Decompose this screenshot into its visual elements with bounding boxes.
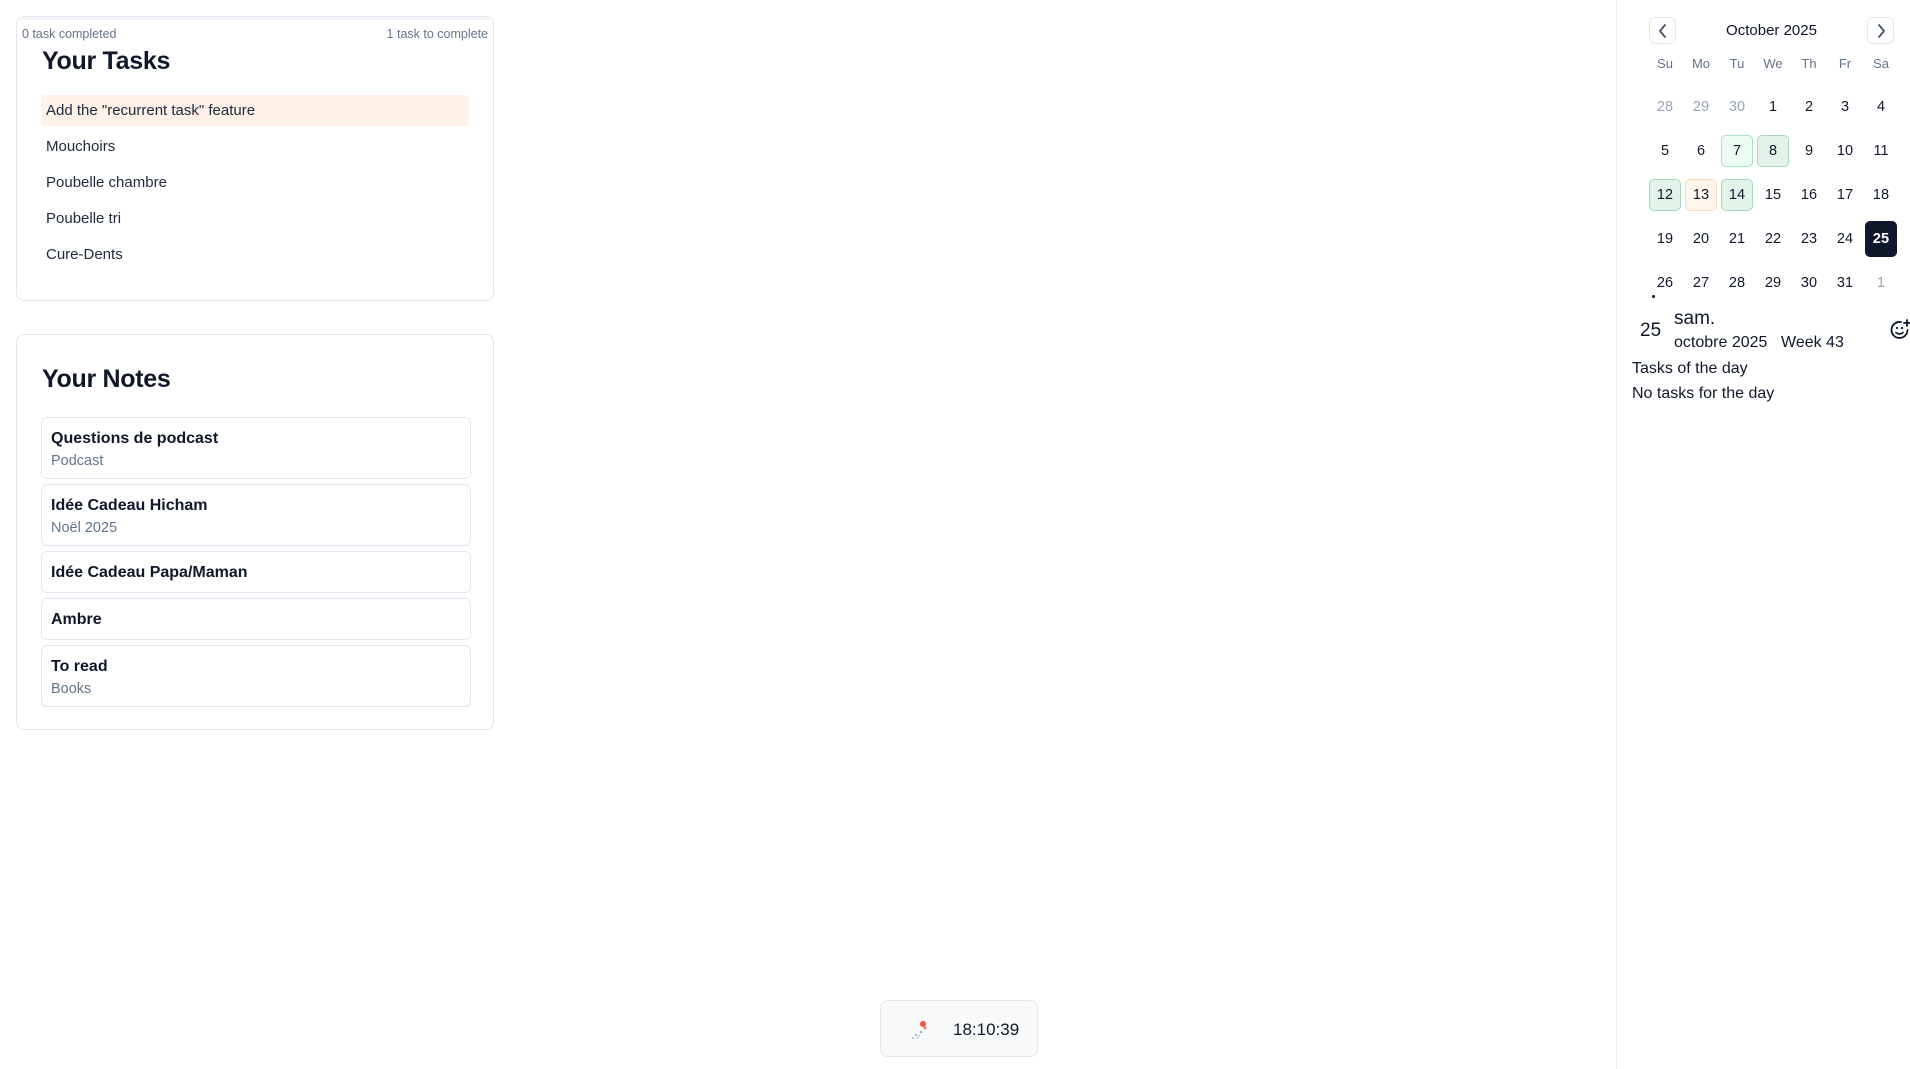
weekday-header-row: Su Mo Tu We Th Fr Sa bbox=[1647, 56, 1899, 76]
calendar-week: 12 13 14 15 16 17 18 bbox=[1647, 173, 1899, 217]
calendar-week: 28 29 30 1 2 3 4 bbox=[1647, 85, 1899, 129]
note-title: Idée Cadeau Papa/Maman bbox=[51, 564, 248, 581]
calendar-day[interactable]: 23 bbox=[1793, 223, 1825, 255]
tasks-completed-count: 0 task completed bbox=[22, 27, 117, 41]
calendar-week: 5 6 7 8 9 10 11 bbox=[1647, 129, 1899, 173]
calendar-day[interactable]: 15 bbox=[1757, 179, 1789, 211]
task-item[interactable]: Add the "recurrent task" feature bbox=[41, 95, 469, 126]
tasks-remaining-count: 1 task to complete bbox=[386, 27, 488, 41]
calendar-day[interactable]: 5 bbox=[1649, 135, 1681, 167]
notes-title: Your Notes bbox=[42, 365, 171, 393]
note-title: To read bbox=[51, 658, 108, 675]
task-progress-bar bbox=[17, 17, 493, 20]
chevron-right-icon bbox=[1878, 24, 1885, 38]
calendar-day[interactable]: 20 bbox=[1685, 223, 1717, 255]
note-category: Noël 2025 bbox=[51, 520, 118, 536]
task-item[interactable]: Poubelle tri bbox=[41, 203, 469, 234]
calendar-day-number: 26 bbox=[1656, 275, 1674, 291]
calendar-day[interactable]: 16 bbox=[1793, 179, 1825, 211]
note-title: Idée Cadeau Hicham bbox=[51, 497, 208, 514]
calendar-day[interactable]: 7 bbox=[1721, 135, 1753, 167]
note-title: Ambre bbox=[51, 611, 102, 628]
add-mood-icon[interactable] bbox=[1888, 318, 1910, 342]
calendar-day[interactable]: 6 bbox=[1685, 135, 1717, 167]
clock-time: 18:10:39 bbox=[953, 1020, 1020, 1039]
calendar-day[interactable]: 3 bbox=[1829, 91, 1861, 123]
calendar-week: 19 20 21 22 23 24 25 bbox=[1647, 217, 1899, 261]
calendar-day[interactable]: 30 bbox=[1721, 91, 1753, 123]
note-item[interactable]: Idée Cadeau Papa/Maman bbox=[41, 551, 471, 593]
calendar-header: October 2025 bbox=[1649, 17, 1894, 44]
calendar-day[interactable]: 24 bbox=[1829, 223, 1861, 255]
calendar-day[interactable]: 13 bbox=[1685, 179, 1717, 211]
calendar-day[interactable]: 28 bbox=[1721, 267, 1753, 299]
note-category: Podcast bbox=[51, 453, 104, 469]
note-item[interactable]: Idée Cadeau Hicham Noël 2025 bbox=[41, 484, 471, 546]
calendar-grid: Su Mo Tu We Th Fr Sa 28 29 30 1 2 3 4 5 … bbox=[1647, 56, 1899, 305]
task-item[interactable]: Cure-Dents bbox=[41, 239, 469, 270]
calendar-day[interactable]: 1 bbox=[1757, 91, 1789, 123]
note-title: Questions de podcast bbox=[51, 430, 219, 447]
clock-widget: 18:10:39 bbox=[880, 1000, 1038, 1057]
calendar-day[interactable]: 18 bbox=[1865, 179, 1897, 211]
note-category: Books bbox=[51, 681, 92, 697]
weekday-label: Sa bbox=[1873, 56, 1889, 71]
event-dot-icon bbox=[1652, 295, 1655, 298]
weekday-label: Su bbox=[1657, 56, 1673, 71]
calendar-day-selected[interactable]: 25 bbox=[1865, 221, 1897, 257]
calendar-day[interactable]: 19 bbox=[1649, 223, 1681, 255]
task-item[interactable]: Mouchoirs bbox=[41, 131, 469, 162]
calendar-day[interactable]: 28 bbox=[1649, 91, 1681, 123]
weekday-label: Fr bbox=[1838, 56, 1852, 71]
calendar-day[interactable]: 12 bbox=[1649, 179, 1681, 211]
notes-card: Your Notes Questions de podcast Podcast … bbox=[16, 334, 494, 730]
calendar-day[interactable]: 17 bbox=[1829, 179, 1861, 211]
calendar-week: 26 27 28 29 30 31 1 bbox=[1647, 261, 1899, 305]
calendar-day[interactable]: 27 bbox=[1685, 267, 1717, 299]
task-item[interactable]: Poubelle chambre bbox=[41, 167, 469, 198]
calendar-day[interactable]: 31 bbox=[1829, 267, 1861, 299]
month-label: October 2025 bbox=[1726, 22, 1817, 39]
calendar-day[interactable]: 21 bbox=[1721, 223, 1753, 255]
spinner-icon bbox=[912, 1021, 927, 1039]
calendar-day[interactable]: 22 bbox=[1757, 223, 1789, 255]
calendar-day[interactable]: 9 bbox=[1793, 135, 1825, 167]
task-list: Add the "recurrent task" feature Mouchoi… bbox=[41, 95, 469, 275]
weekday-label: Tu bbox=[1729, 56, 1745, 71]
calendar-day[interactable]: 8 bbox=[1757, 135, 1789, 167]
week-number: Week 43 bbox=[1781, 334, 1844, 351]
calendar-day[interactable]: 14 bbox=[1721, 179, 1753, 211]
tasks-card: 0 task completed 1 task to complete Your… bbox=[16, 16, 494, 301]
empty-tasks-message: No tasks for the day bbox=[1632, 385, 1775, 402]
calendar-day[interactable]: 29 bbox=[1757, 267, 1789, 299]
calendar-day[interactable]: 30 bbox=[1793, 267, 1825, 299]
weekday-label: We bbox=[1763, 56, 1783, 71]
calendar-sidebar: October 2025 Su Mo Tu We Th Fr Sa 28 29 … bbox=[1616, 0, 1910, 1069]
calendar-day[interactable]: 26 bbox=[1649, 267, 1681, 299]
calendar-day[interactable]: 1 bbox=[1865, 267, 1897, 299]
note-item[interactable]: To read Books bbox=[41, 645, 471, 707]
calendar-day[interactable]: 29 bbox=[1685, 91, 1717, 123]
calendar-day[interactable]: 11 bbox=[1865, 135, 1897, 167]
weekday-label: Mo bbox=[1691, 56, 1711, 71]
note-item[interactable]: Questions de podcast Podcast bbox=[41, 417, 471, 479]
selected-weekday: sam. bbox=[1674, 308, 1716, 329]
calendar-day[interactable]: 10 bbox=[1829, 135, 1861, 167]
tasks-title: Your Tasks bbox=[42, 47, 171, 75]
note-item[interactable]: Ambre bbox=[41, 598, 471, 640]
calendar-day[interactable]: 2 bbox=[1793, 91, 1825, 123]
weekday-label: Th bbox=[1801, 56, 1817, 71]
selected-month-year: octobre 2025 bbox=[1674, 334, 1768, 351]
next-month-button[interactable] bbox=[1867, 17, 1894, 44]
selected-day-number: 25 bbox=[1640, 320, 1662, 341]
note-list: Questions de podcast Podcast Idée Cadeau… bbox=[41, 417, 471, 712]
tasks-of-day-heading: Tasks of the day bbox=[1632, 360, 1748, 377]
calendar-day[interactable]: 4 bbox=[1865, 91, 1897, 123]
